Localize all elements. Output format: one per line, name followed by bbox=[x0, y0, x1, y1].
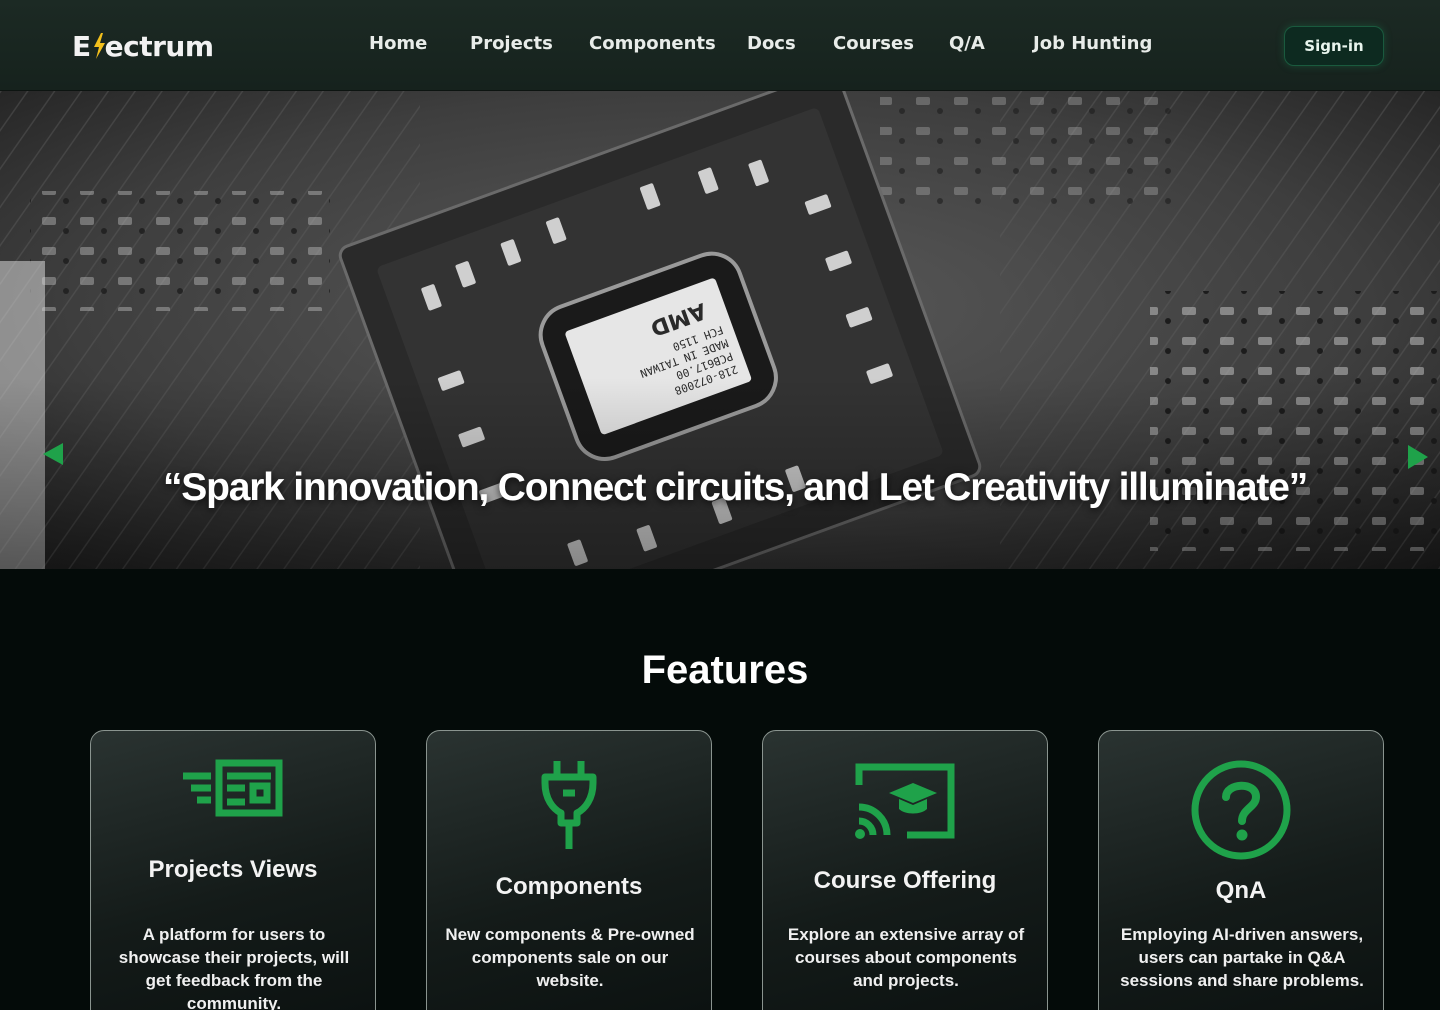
nav-docs[interactable]: Docs bbox=[747, 33, 796, 54]
nav-job-hunting[interactable]: Job Hunting bbox=[1033, 33, 1152, 54]
question-circle-icon bbox=[1099, 759, 1383, 861]
features-title: Features bbox=[641, 648, 809, 692]
logo-prefix: E bbox=[72, 30, 91, 63]
cast-education-icon bbox=[763, 759, 1047, 841]
nav-qa[interactable]: Q/A bbox=[949, 33, 985, 54]
feature-card-qna[interactable]: QnA Employing AI-driven answers, users c… bbox=[1098, 730, 1384, 1010]
card-title: Course Offering bbox=[813, 867, 997, 894]
hero-banner: 218-072008 PCB617.00 MADE IN TAIWAN FCH … bbox=[0, 91, 1440, 569]
card-text: New components & Pre-owned components sa… bbox=[445, 925, 695, 990]
card-text: Explore an extensive array of courses ab… bbox=[787, 925, 1025, 990]
feature-card-courses[interactable]: Course Offering Explore an extensive arr… bbox=[762, 730, 1048, 1010]
lightning-bolt-icon bbox=[93, 33, 105, 59]
plug-icon bbox=[427, 759, 711, 851]
card-text: Employing AI-driven answers, users can p… bbox=[1120, 925, 1364, 990]
signin-button[interactable]: Sign-in bbox=[1284, 26, 1384, 66]
arrow-right-icon[interactable] bbox=[1408, 445, 1428, 469]
logo[interactable]: Eectrum bbox=[72, 30, 214, 63]
feature-card-projects[interactable]: Projects Views A platform for users to s… bbox=[90, 730, 376, 1010]
nav-courses[interactable]: Courses bbox=[833, 33, 914, 54]
nav-home[interactable]: Home bbox=[369, 33, 427, 54]
arrow-left-icon[interactable] bbox=[43, 443, 63, 465]
feature-card-components[interactable]: Components New components & Pre-owned co… bbox=[426, 730, 712, 1010]
card-title: Components bbox=[495, 873, 643, 900]
card-text: A platform for users to showcase their p… bbox=[118, 925, 350, 1010]
newspaper-icon bbox=[91, 759, 375, 819]
hero-tagline: “Spark innovation, Connect circuits, and… bbox=[162, 466, 1308, 509]
card-title: QnA bbox=[1215, 877, 1267, 904]
logo-suffix: ectrum bbox=[104, 30, 214, 63]
nav-components[interactable]: Components bbox=[589, 33, 716, 54]
top-navbar: Eectrum Home Projects Components Docs Co… bbox=[0, 0, 1440, 91]
nav-projects[interactable]: Projects bbox=[470, 33, 553, 54]
card-title: Projects Views bbox=[148, 856, 318, 883]
